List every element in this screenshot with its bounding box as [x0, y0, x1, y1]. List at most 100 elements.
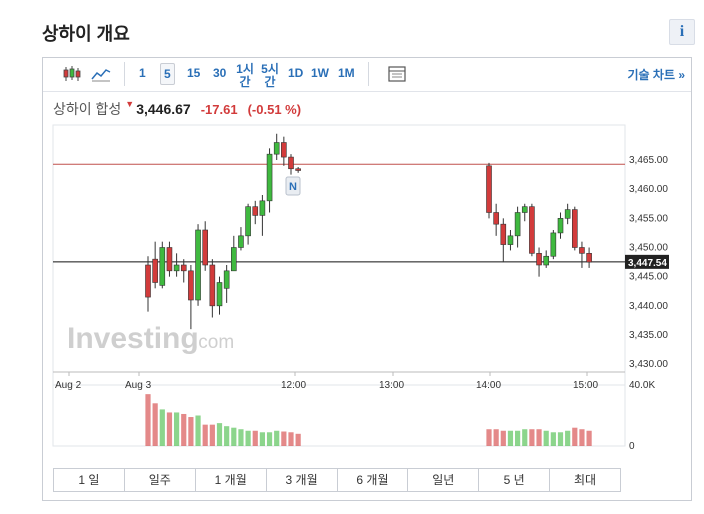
- volume-bar: [181, 413, 187, 446]
- chart-panel: 1 5 15 30 1시 간 5시 간 1D 1W 1M 기술 차트 » 상하이…: [42, 57, 692, 501]
- volume-bar: [557, 432, 564, 446]
- volume-bar: [216, 423, 223, 446]
- volume-bar: [543, 430, 549, 446]
- volume-bar: [259, 432, 265, 446]
- candle-body: [486, 165, 492, 213]
- volume-bar: [238, 429, 244, 446]
- range-selector: 1 일 일주 1 개월 3 개월 6 개월 일년 5 년 최대: [53, 468, 621, 492]
- candle-body: [259, 200, 266, 216]
- range-max[interactable]: 최대: [550, 469, 620, 491]
- candle-body: [166, 247, 173, 272]
- candle-body: [223, 270, 230, 289]
- current-price-label: 3,447.54: [628, 258, 667, 269]
- volume-bar: [166, 412, 173, 446]
- candle-body: [543, 255, 550, 266]
- volume-bar: [486, 429, 492, 446]
- candle-body: [245, 206, 251, 237]
- volume-bar: [266, 432, 273, 446]
- y-tick-label: 3,460.00: [629, 184, 668, 195]
- candle-body: [550, 232, 557, 257]
- y-tick-label: 3,455.00: [629, 213, 668, 224]
- candle-body: [188, 270, 194, 301]
- volume-bar: [274, 430, 280, 446]
- volume-bar: [507, 430, 514, 446]
- page-title: 상하이 개요: [42, 24, 130, 44]
- candle-body: [521, 206, 528, 213]
- volume-bar: [536, 429, 542, 446]
- x-tick-label: 12:00: [281, 380, 306, 391]
- candle-body: [202, 229, 208, 266]
- candle-body: [295, 168, 301, 171]
- range-1m[interactable]: 1 개월: [196, 469, 267, 491]
- volume-tick-label: 0: [629, 441, 635, 452]
- candle-body: [514, 212, 521, 237]
- y-tick-label: 3,435.00: [629, 330, 668, 341]
- x-tick-label: Aug 2: [55, 380, 82, 391]
- range-1d[interactable]: 1 일: [54, 469, 125, 491]
- candle-body: [579, 247, 585, 254]
- x-tick-label: 14:00: [476, 380, 501, 391]
- x-tick-label: 13:00: [379, 380, 404, 391]
- volume-bar: [159, 409, 165, 446]
- volume-bar: [231, 427, 237, 446]
- candle-body: [586, 253, 592, 263]
- range-5y[interactable]: 5 년: [479, 469, 551, 491]
- candle-body: [231, 247, 237, 272]
- investing-watermark-suffix: .com: [193, 332, 234, 353]
- volume-bar: [522, 429, 528, 446]
- price-chart[interactable]: 3,430.00 3,435.00 3,440.00 3,445.00 3,450.00…: [43, 58, 691, 500]
- candle-body: [507, 235, 514, 245]
- volume-bar: [281, 431, 287, 446]
- investing-watermark: Investing: [67, 322, 199, 355]
- y-tick-label: 3,440.00: [629, 301, 668, 312]
- info-icon[interactable]: i: [669, 19, 695, 45]
- candle-body: [493, 212, 499, 225]
- volume-bar: [529, 429, 535, 446]
- volume-bar: [174, 412, 180, 446]
- candle-body: [536, 253, 542, 266]
- volume-bar: [288, 432, 294, 446]
- range-1y[interactable]: 일년: [408, 469, 480, 491]
- candle-body: [252, 206, 259, 216]
- y-tick-label: 3,445.00: [629, 272, 668, 283]
- range-6m[interactable]: 6 개월: [338, 469, 409, 491]
- volume-bar: [252, 430, 258, 446]
- candle-body: [564, 209, 571, 219]
- volume-bar: [579, 429, 585, 446]
- volume-bar: [295, 433, 301, 446]
- volume-bar: [188, 417, 194, 446]
- candle-body: [273, 142, 280, 155]
- candle-body: [571, 209, 578, 248]
- range-1w[interactable]: 일주: [125, 469, 196, 491]
- volume-bar: [202, 424, 208, 446]
- volume-tick-label: 40.0K: [629, 380, 655, 391]
- range-3m[interactable]: 3 개월: [267, 469, 338, 491]
- volume-bar: [224, 426, 230, 446]
- volume-bar: [209, 424, 215, 446]
- x-tick-label: Aug 3: [125, 380, 152, 391]
- y-tick-label: 3,430.00: [629, 359, 668, 370]
- candle-body: [266, 153, 273, 202]
- plot-frame: [52, 124, 626, 447]
- candle-body: [281, 142, 287, 158]
- volume-bar: [152, 403, 158, 446]
- volume-bar: [572, 427, 578, 446]
- volume-bar: [500, 430, 506, 446]
- candle-body: [209, 264, 216, 307]
- x-tick-label: 15:00: [573, 380, 598, 391]
- candle-body: [216, 282, 223, 307]
- volume-bar: [195, 415, 201, 446]
- volume-bar: [515, 430, 521, 446]
- candle-body: [159, 247, 166, 286]
- volume-bar: [586, 430, 592, 446]
- candle-body: [500, 223, 507, 245]
- candle-body: [238, 235, 244, 248]
- news-marker-label: N: [289, 181, 297, 193]
- volume-bar: [245, 430, 251, 446]
- candle-body: [152, 258, 158, 283]
- candle-body: [557, 218, 564, 234]
- candle-body: [288, 156, 294, 170]
- volume-bar: [565, 430, 571, 446]
- candle-body: [529, 206, 535, 254]
- volume-bar: [550, 432, 556, 446]
